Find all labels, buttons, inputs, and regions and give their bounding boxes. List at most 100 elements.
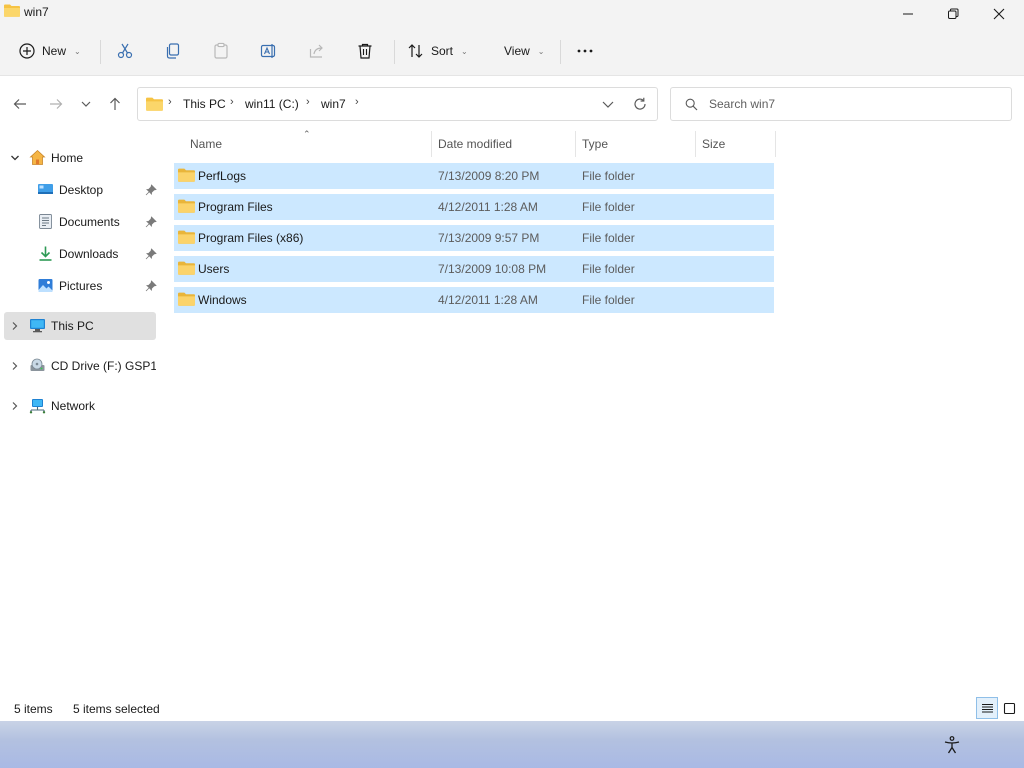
file-date: 7/13/2009 8:20 PM bbox=[438, 169, 540, 183]
folder-icon bbox=[178, 292, 195, 306]
minimize-icon bbox=[903, 13, 913, 15]
minimize-button[interactable] bbox=[885, 0, 931, 28]
chevron-right-icon[interactable] bbox=[10, 401, 20, 411]
tiles-view-icon bbox=[1003, 702, 1015, 714]
sidebar-item-network[interactable]: Network bbox=[4, 392, 156, 420]
separator bbox=[100, 40, 101, 64]
delete-button[interactable] bbox=[356, 36, 374, 66]
accessibility-icon[interactable] bbox=[942, 735, 962, 755]
refresh-icon[interactable] bbox=[632, 96, 648, 112]
chevron-right-icon: › bbox=[168, 96, 172, 108]
column-header-date-modified[interactable]: Date modified bbox=[438, 131, 512, 157]
table-row[interactable]: PerfLogs 7/13/2009 8:20 PM File folder bbox=[174, 163, 774, 189]
rename-icon bbox=[260, 44, 276, 58]
sidebar-item-label: Documents bbox=[59, 215, 120, 229]
table-row[interactable]: Users 7/13/2009 10:08 PM File folder bbox=[174, 256, 774, 282]
more-options-button[interactable] bbox=[576, 36, 594, 66]
file-date: 4/12/2011 1:28 AM bbox=[438, 200, 538, 214]
breadcrumb-win7[interactable]: win7 bbox=[321, 97, 346, 111]
sidebar-item-label: CD Drive (F:) GSP1RI bbox=[51, 359, 156, 373]
file-date: 7/13/2009 10:08 PM bbox=[438, 262, 547, 276]
item-count: 5 items bbox=[14, 702, 53, 716]
address-bar[interactable]: › This PC › win11 (C:) › win7 › bbox=[137, 87, 658, 121]
file-type: File folder bbox=[582, 200, 635, 214]
sort-button[interactable]: Sort ⌄ bbox=[407, 36, 468, 66]
forward-button[interactable] bbox=[46, 94, 66, 114]
details-view-button[interactable] bbox=[976, 697, 998, 719]
arrow-up-icon bbox=[110, 97, 120, 110]
folder-icon bbox=[178, 199, 195, 213]
home-icon bbox=[29, 149, 46, 165]
chevron-down-icon[interactable] bbox=[10, 153, 20, 163]
file-name: PerfLogs bbox=[198, 169, 247, 183]
chevron-right-icon[interactable] bbox=[10, 321, 20, 331]
status-bar: 5 items 5 items selected bbox=[0, 697, 1024, 721]
tiles-view-button[interactable] bbox=[998, 697, 1020, 719]
search-icon bbox=[685, 98, 698, 111]
table-row[interactable]: Program Files (x86) 7/13/2009 9:57 PM Fi… bbox=[174, 225, 774, 251]
share-button[interactable] bbox=[308, 36, 326, 66]
breadcrumb-drive[interactable]: win11 (C:) bbox=[245, 97, 299, 111]
file-name: Program Files bbox=[198, 200, 273, 214]
sidebar-item-documents[interactable]: Documents bbox=[4, 208, 157, 236]
column-header-type[interactable]: Type bbox=[582, 131, 608, 157]
plus-circle-icon bbox=[19, 43, 35, 59]
file-type: File folder bbox=[582, 262, 635, 276]
back-button[interactable] bbox=[10, 94, 30, 114]
column-divider[interactable] bbox=[775, 131, 776, 157]
restore-button[interactable] bbox=[930, 0, 976, 28]
search-box[interactable] bbox=[670, 87, 1012, 121]
sidebar-item-this-pc[interactable]: This PC bbox=[4, 312, 156, 340]
arrow-left-icon bbox=[13, 99, 26, 109]
sidebar-item-cd-drive[interactable]: CD Drive (F:) GSP1RI bbox=[4, 352, 156, 380]
pin-icon[interactable] bbox=[145, 280, 157, 292]
cut-button[interactable] bbox=[116, 36, 134, 66]
copy-button[interactable] bbox=[164, 36, 182, 66]
close-button[interactable] bbox=[976, 0, 1022, 28]
table-row[interactable]: Windows 4/12/2011 1:28 AM File folder bbox=[174, 287, 774, 313]
recent-locations-button[interactable] bbox=[76, 94, 96, 114]
paste-button[interactable] bbox=[212, 36, 230, 66]
paste-icon bbox=[214, 42, 228, 59]
sidebar-item-pictures[interactable]: Pictures bbox=[4, 272, 157, 300]
file-date: 4/12/2011 1:28 AM bbox=[438, 293, 538, 307]
folder-icon bbox=[178, 230, 195, 244]
network-icon bbox=[29, 399, 46, 414]
sidebar-item-label: Home bbox=[51, 151, 84, 165]
address-history-chevron-icon[interactable] bbox=[600, 96, 616, 112]
rename-button[interactable] bbox=[260, 36, 278, 66]
chevron-down-icon: ⌄ bbox=[537, 46, 545, 56]
breadcrumb-this-pc[interactable]: This PC bbox=[183, 97, 226, 111]
share-icon bbox=[309, 44, 323, 58]
folder-icon bbox=[178, 261, 195, 275]
chevron-down-icon bbox=[81, 101, 91, 107]
sidebar-item-downloads[interactable]: Downloads bbox=[4, 240, 157, 268]
search-input[interactable] bbox=[709, 96, 999, 112]
column-divider[interactable] bbox=[431, 131, 432, 157]
column-header-name[interactable]: Name bbox=[190, 131, 222, 157]
column-divider[interactable] bbox=[575, 131, 576, 157]
view-button[interactable]: View ⌄ bbox=[504, 36, 545, 66]
pin-icon[interactable] bbox=[145, 184, 157, 196]
file-list: Name ⌃ Date modified Type Size PerfLogs … bbox=[172, 129, 776, 331]
view-label: View bbox=[504, 44, 530, 58]
navigation-row: › This PC › win11 (C:) › win7 › bbox=[0, 77, 1024, 131]
desktop-icon bbox=[38, 184, 53, 194]
new-button[interactable]: New ⌄ bbox=[18, 36, 81, 66]
restore-icon bbox=[948, 8, 959, 19]
sidebar-item-label: Pictures bbox=[59, 279, 103, 293]
column-header-size[interactable]: Size bbox=[702, 131, 725, 157]
chevron-right-icon: › bbox=[230, 96, 234, 108]
table-row[interactable]: Program Files 4/12/2011 1:28 AM File fol… bbox=[174, 194, 774, 220]
sort-icon bbox=[408, 44, 423, 58]
cd-drive-icon bbox=[30, 358, 45, 371]
sidebar-item-desktop[interactable]: Desktop bbox=[4, 176, 157, 204]
up-button[interactable] bbox=[105, 94, 125, 114]
column-divider[interactable] bbox=[695, 131, 696, 157]
pin-icon[interactable] bbox=[145, 248, 157, 260]
arrow-right-icon bbox=[50, 99, 63, 109]
chevron-right-icon[interactable] bbox=[10, 361, 20, 371]
folder-icon bbox=[178, 168, 195, 182]
sidebar-item-home[interactable]: Home bbox=[4, 144, 156, 172]
pin-icon[interactable] bbox=[145, 216, 157, 228]
